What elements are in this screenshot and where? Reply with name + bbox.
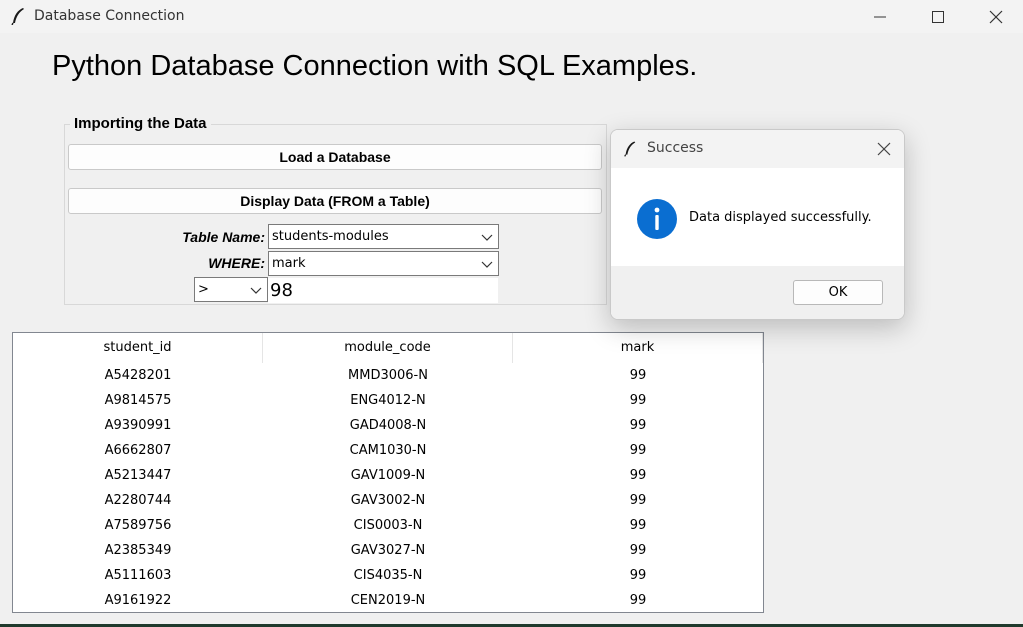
cell-student-id: A2280744 — [104, 493, 172, 508]
table-row[interactable]: A9814575 ENG4012-N 99 — [13, 388, 763, 413]
results-table[interactable]: student_id module_code mark A5428201 MMD3… — [12, 332, 764, 613]
cell-module-code: MMD3006-N — [348, 368, 428, 383]
cell-student-id: A5428201 — [104, 368, 172, 383]
table-row[interactable]: A2385349 GAV3027-N 99 — [13, 538, 763, 563]
chevron-down-icon — [250, 287, 262, 294]
import-group-title: Importing the Data — [70, 115, 211, 132]
column-header-mark[interactable]: mark — [513, 333, 763, 363]
dialog-title-bar: Success — [611, 130, 904, 168]
cell-mark: 99 — [629, 443, 647, 458]
cell-mark: 99 — [629, 543, 647, 558]
cell-mark: 99 — [629, 518, 647, 533]
title-bar: Database Connection — [0, 0, 1023, 33]
cell-module-code: ENG4012-N — [350, 393, 426, 408]
cell-module-code: CIS4035-N — [353, 568, 423, 583]
cell-mark: 99 — [629, 393, 647, 408]
cell-module-code: GAV1009-N — [350, 468, 426, 483]
column-header-student-id[interactable]: student_id — [13, 333, 263, 363]
operator-value: > — [198, 282, 209, 297]
table-name-label: Table Name: — [182, 229, 265, 245]
maximize-icon — [932, 10, 944, 23]
cell-mark: 99 — [629, 493, 647, 508]
cell-student-id: A9814575 — [104, 393, 172, 408]
table-row[interactable]: A9161922 CEN2019-N 99 — [13, 588, 763, 613]
close-icon — [989, 10, 1003, 23]
minimize-icon — [874, 16, 886, 17]
cell-mark: 99 — [629, 568, 647, 583]
cell-student-id: A9161922 — [104, 593, 172, 608]
dialog-message: Data displayed successfully. — [689, 210, 872, 225]
cell-student-id: A2385349 — [104, 543, 172, 558]
cell-mark: 99 — [629, 418, 647, 433]
cell-mark: 99 — [629, 593, 647, 608]
cell-student-id: A6662807 — [104, 443, 172, 458]
success-dialog: Success Data displayed successfully. OK — [610, 129, 905, 320]
cell-student-id: A5213447 — [104, 468, 172, 483]
load-database-button[interactable]: Load a Database — [68, 144, 602, 170]
close-icon[interactable] — [876, 141, 892, 157]
table-row[interactable]: A5213447 GAV1009-N 99 — [13, 463, 763, 488]
dialog-footer: OK — [611, 266, 904, 319]
cell-module-code: GAV3027-N — [350, 543, 426, 558]
operator-select[interactable]: > — [194, 277, 268, 302]
dialog-body: Data displayed successfully. — [611, 168, 904, 266]
display-data-button[interactable]: Display Data (FROM a Table) — [68, 188, 602, 214]
where-label: WHERE: — [208, 255, 265, 271]
cell-student-id: A9390991 — [104, 418, 172, 433]
maximize-button[interactable] — [909, 0, 967, 33]
page-title: Python Database Connection with SQL Exam… — [52, 50, 698, 82]
feather-icon — [11, 8, 24, 25]
table-row[interactable]: A7589756 CIS0003-N 99 — [13, 513, 763, 538]
ok-button[interactable]: OK — [793, 280, 883, 305]
cell-module-code: CIS0003-N — [353, 518, 423, 533]
cell-student-id: A5111603 — [104, 568, 172, 583]
chevron-down-icon — [481, 234, 493, 241]
table-row[interactable]: A9390991 GAD4008-N 99 — [13, 413, 763, 438]
cell-module-code: CAM1030-N — [349, 443, 427, 458]
cell-module-code: GAD4008-N — [349, 418, 427, 433]
cell-mark: 99 — [629, 468, 647, 483]
table-row[interactable]: A5111603 CIS4035-N 99 — [13, 563, 763, 588]
table-name-select[interactable]: students-modules — [268, 224, 499, 249]
window-title: Database Connection — [34, 8, 185, 24]
cell-module-code: CEN2019-N — [350, 593, 426, 608]
cell-module-code: GAV3002-N — [350, 493, 426, 508]
where-column-select[interactable]: mark — [268, 251, 499, 276]
table-row[interactable]: A6662807 CAM1030-N 99 — [13, 438, 763, 463]
column-header-module-code[interactable]: module_code — [263, 333, 513, 363]
minimize-button[interactable] — [851, 0, 909, 33]
feather-icon — [624, 141, 636, 157]
cell-mark: 99 — [629, 368, 647, 383]
where-column-value: mark — [272, 256, 306, 271]
table-header: student_id module_code mark — [13, 333, 763, 363]
table-name-value: students-modules — [272, 229, 389, 244]
table-row[interactable]: A2280744 GAV3002-N 99 — [13, 488, 763, 513]
table-row[interactable]: A5428201 MMD3006-N 99 — [13, 363, 763, 388]
chevron-down-icon — [481, 261, 493, 268]
value-input[interactable]: 98 — [268, 278, 498, 303]
info-icon — [637, 199, 677, 239]
dialog-title: Success — [647, 140, 704, 156]
cell-student-id: A7589756 — [104, 518, 172, 533]
close-button[interactable] — [967, 0, 1023, 33]
